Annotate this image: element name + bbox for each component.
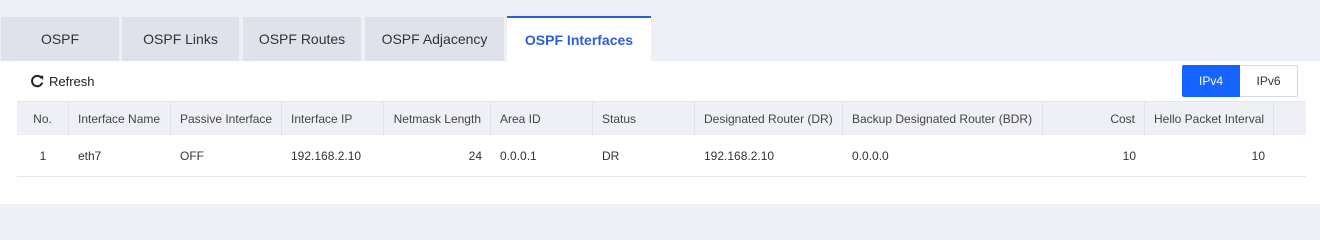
column-header-interface-ip: Interface IP: [282, 102, 384, 135]
cell-area-id: 0.0.0.1: [500, 148, 537, 163]
cell-netmask-length: 24: [468, 148, 482, 163]
tab-bar: OSPF OSPF Links OSPF Routes OSPF Adjacen…: [0, 16, 1320, 61]
cell-dr: 192.168.2.10: [704, 148, 775, 163]
cell-no: 1: [39, 148, 47, 163]
ipv6-button[interactable]: IPv6: [1240, 65, 1298, 97]
cell-hello-interval: 10: [1251, 148, 1265, 163]
ipv4-button[interactable]: IPv4: [1182, 65, 1240, 97]
tab-ospf-routes[interactable]: OSPF Routes: [243, 17, 361, 61]
column-header-dr: Designated Router (DR): [695, 102, 843, 135]
column-header-bdr: Backup Designated Router (BDR): [843, 102, 1043, 135]
table-header: No. Interface Name Passive Interface Int…: [17, 101, 1306, 135]
column-header-no: No.: [17, 102, 69, 135]
column-header-hello-interval: Hello Packet Interval: [1145, 102, 1274, 135]
table-row[interactable]: 1 eth7 OFF 192.168.2.10 24 0.0.0.1 DR 19…: [17, 135, 1306, 177]
cell-passive-interface: OFF: [180, 148, 204, 163]
cell-cost: 10: [1122, 148, 1136, 163]
ospf-interfaces-table: No. Interface Name Passive Interface Int…: [17, 101, 1306, 177]
refresh-label: Refresh: [49, 73, 95, 89]
cell-status: DR: [602, 148, 620, 163]
tab-ospf[interactable]: OSPF: [1, 17, 119, 61]
column-header-status: Status: [593, 102, 695, 135]
tab-ospf-interfaces[interactable]: OSPF Interfaces: [507, 16, 651, 61]
refresh-icon: [30, 74, 44, 88]
column-header-cost: Cost: [1043, 102, 1145, 135]
column-header-area-id: Area ID: [491, 102, 593, 135]
tab-ospf-links[interactable]: OSPF Links: [122, 17, 239, 61]
column-header-interface-name: Interface Name: [69, 102, 171, 135]
column-header-netmask-length: Netmask Length: [384, 102, 491, 135]
cell-interface-ip: 192.168.2.10: [291, 148, 362, 163]
tab-ospf-adjacency[interactable]: OSPF Adjacency: [365, 17, 504, 61]
ip-version-toggle: IPv4 IPv6: [1182, 65, 1298, 97]
refresh-button[interactable]: Refresh: [30, 71, 95, 91]
column-header-spacer: [1274, 102, 1306, 135]
cell-interface-name: eth7: [78, 148, 102, 163]
cell-bdr: 0.0.0.0: [852, 148, 889, 163]
column-header-passive-interface: Passive Interface: [171, 102, 282, 135]
content-panel: Refresh IPv4 IPv6 No. Interface Name Pas…: [0, 61, 1320, 204]
